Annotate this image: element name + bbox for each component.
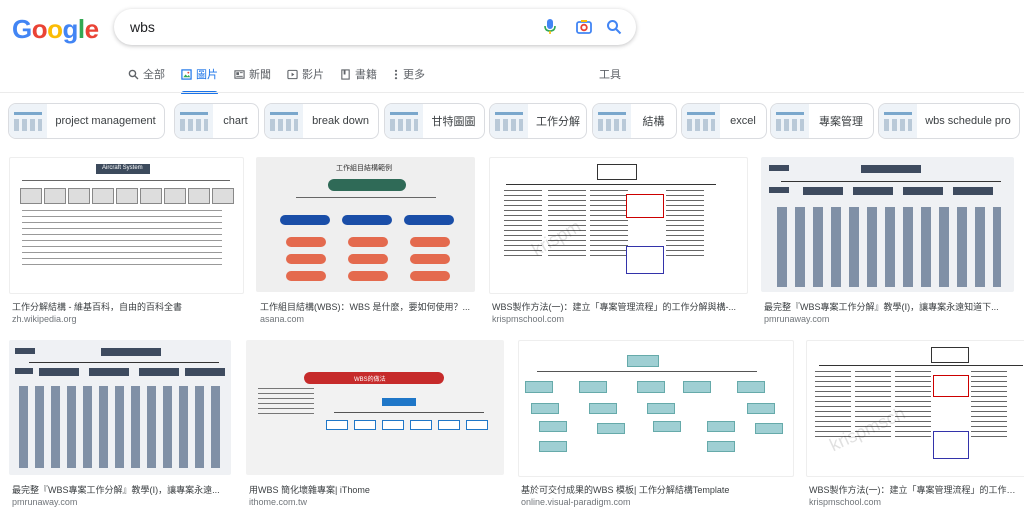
chip-project-mgmt-zh[interactable]: 專案管理 [770,103,874,139]
image-caption-text: WBS的做法 [354,377,386,383]
logo-letter: o [31,14,48,44]
tab-label: 全部 [143,69,165,81]
tab-label: 圖片 [196,69,218,81]
tab-label: 新聞 [249,69,271,81]
chip-project-management[interactable]: project management [8,103,165,139]
chip-label: chart [223,115,248,127]
result-title[interactable]: WBS製作方法(一)：建立「專案管理流程」的工作分解... [809,483,1022,496]
result-title[interactable]: 用WBS 簡化壞雜專案| iThome [249,483,504,496]
tab-news[interactable]: 新聞 [234,64,271,84]
chip-thumbnail [175,104,213,138]
result-site: ithome.com.tw [249,497,308,507]
result-site: online.visual-paradigm.com [521,497,631,507]
result-image[interactable] [9,340,231,475]
chip-thumbnail [9,104,47,138]
tab-label: 影片 [302,69,324,81]
chip-break-down[interactable]: break down [264,103,379,139]
result-image[interactable]: WBS的做法 [246,340,504,475]
tab-more[interactable]: 更多 [393,64,425,84]
news-icon [234,69,245,79]
chip-label: 工作分解 [536,116,580,128]
search-icon[interactable] [604,17,624,37]
more-vert-icon [394,69,398,79]
camera-icon[interactable] [574,17,594,37]
chip-thumbnail [490,104,528,138]
result-title[interactable]: 最完整『WBS專案工作分解』教學(Ⅰ)，讓專案永遠... [12,483,232,496]
chip-thumbnail [771,104,809,138]
result-title[interactable]: 工作組目結構(WBS)：WBS 是什麼，要如何使用？... [260,300,474,313]
chip-label: 專案管理 [819,116,863,128]
search-input[interactable]: wbs [130,19,155,35]
chip-label: 結構 [642,116,665,128]
result-title[interactable]: WBS製作方法(一)：建立「專案管理流程」的工作分解與構-... [492,300,744,313]
result-site: krispmschool.com [809,497,882,507]
tab-all[interactable]: 全部 [128,64,165,84]
result-image[interactable]: Aircraft System [9,157,244,294]
chip-wbs-schedule-pro[interactable]: wbs schedule pro [878,103,1020,139]
search-icon [128,69,139,79]
mic-icon[interactable] [540,17,560,37]
chip-structure[interactable]: 結構 [592,103,677,139]
chip-thumbnail [265,104,303,138]
chip-gantt[interactable]: 甘特圖圖 [384,103,485,139]
logo-letter: e [84,14,99,44]
image-caption-text: Aircraft System [102,165,143,171]
google-logo[interactable]: Google [12,14,99,45]
result-image[interactable] [518,340,794,477]
chip-label: wbs schedule pro [925,115,1011,127]
chip-thumbnail [593,104,631,138]
chip-chart[interactable]: chart [174,103,259,139]
tab-images[interactable]: 圖片 [181,64,218,94]
tab-label: 更多 [403,69,425,81]
chip-thumbnail [879,104,917,138]
chip-label: 甘特圖圖 [431,116,476,128]
book-icon [341,68,350,80]
tab-videos[interactable]: 影片 [287,64,324,84]
chip-excel[interactable]: excel [681,103,767,139]
chip-label: excel [730,115,756,127]
result-title[interactable]: 最完整『WBS專案工作分解』教學(Ⅰ)，讓專案永遠知道下... [764,300,1018,313]
logo-letter: G [12,14,32,44]
chip-label: project management [55,115,156,127]
logo-letter: l [77,14,85,44]
chip-label: break down [312,115,369,127]
logo-letter: o [47,14,63,44]
tools-button[interactable]: 工具 [599,66,621,82]
search-tabs: 全部 圖片 新聞 影片 書籍 更多 [128,64,441,94]
search-box[interactable]: wbs [114,9,636,45]
tab-label: 書籍 [355,69,377,81]
result-image[interactable]: krispmsch [806,340,1024,477]
logo-letter: g [62,14,79,44]
result-title[interactable]: 基於可交付成果的WBS 模板| 工作分解結構Template [521,483,793,496]
result-site: pmrunaway.com [764,314,830,324]
chip-thumbnail [682,104,720,138]
result-image[interactable]: 工作組目結構範例 [256,157,475,292]
result-title[interactable]: 工作分解結構 - 維基百科，自由的百科全書 [12,300,240,313]
result-site: pmrunaway.com [12,497,78,507]
result-site: zh.wikipedia.org [12,314,77,324]
result-image[interactable]: krispm [489,157,748,294]
header-divider [0,92,1024,93]
result-site: asana.com [260,314,305,324]
image-caption-text: 工作組目結構範例 [336,165,392,172]
chip-work-breakdown[interactable]: 工作分解 [489,103,587,139]
result-site: krispmschool.com [492,314,565,324]
image-icon [181,68,192,80]
result-image[interactable] [761,157,1014,292]
tab-books[interactable]: 書籍 [340,64,377,84]
chip-thumbnail [385,104,423,138]
video-icon [287,69,298,79]
